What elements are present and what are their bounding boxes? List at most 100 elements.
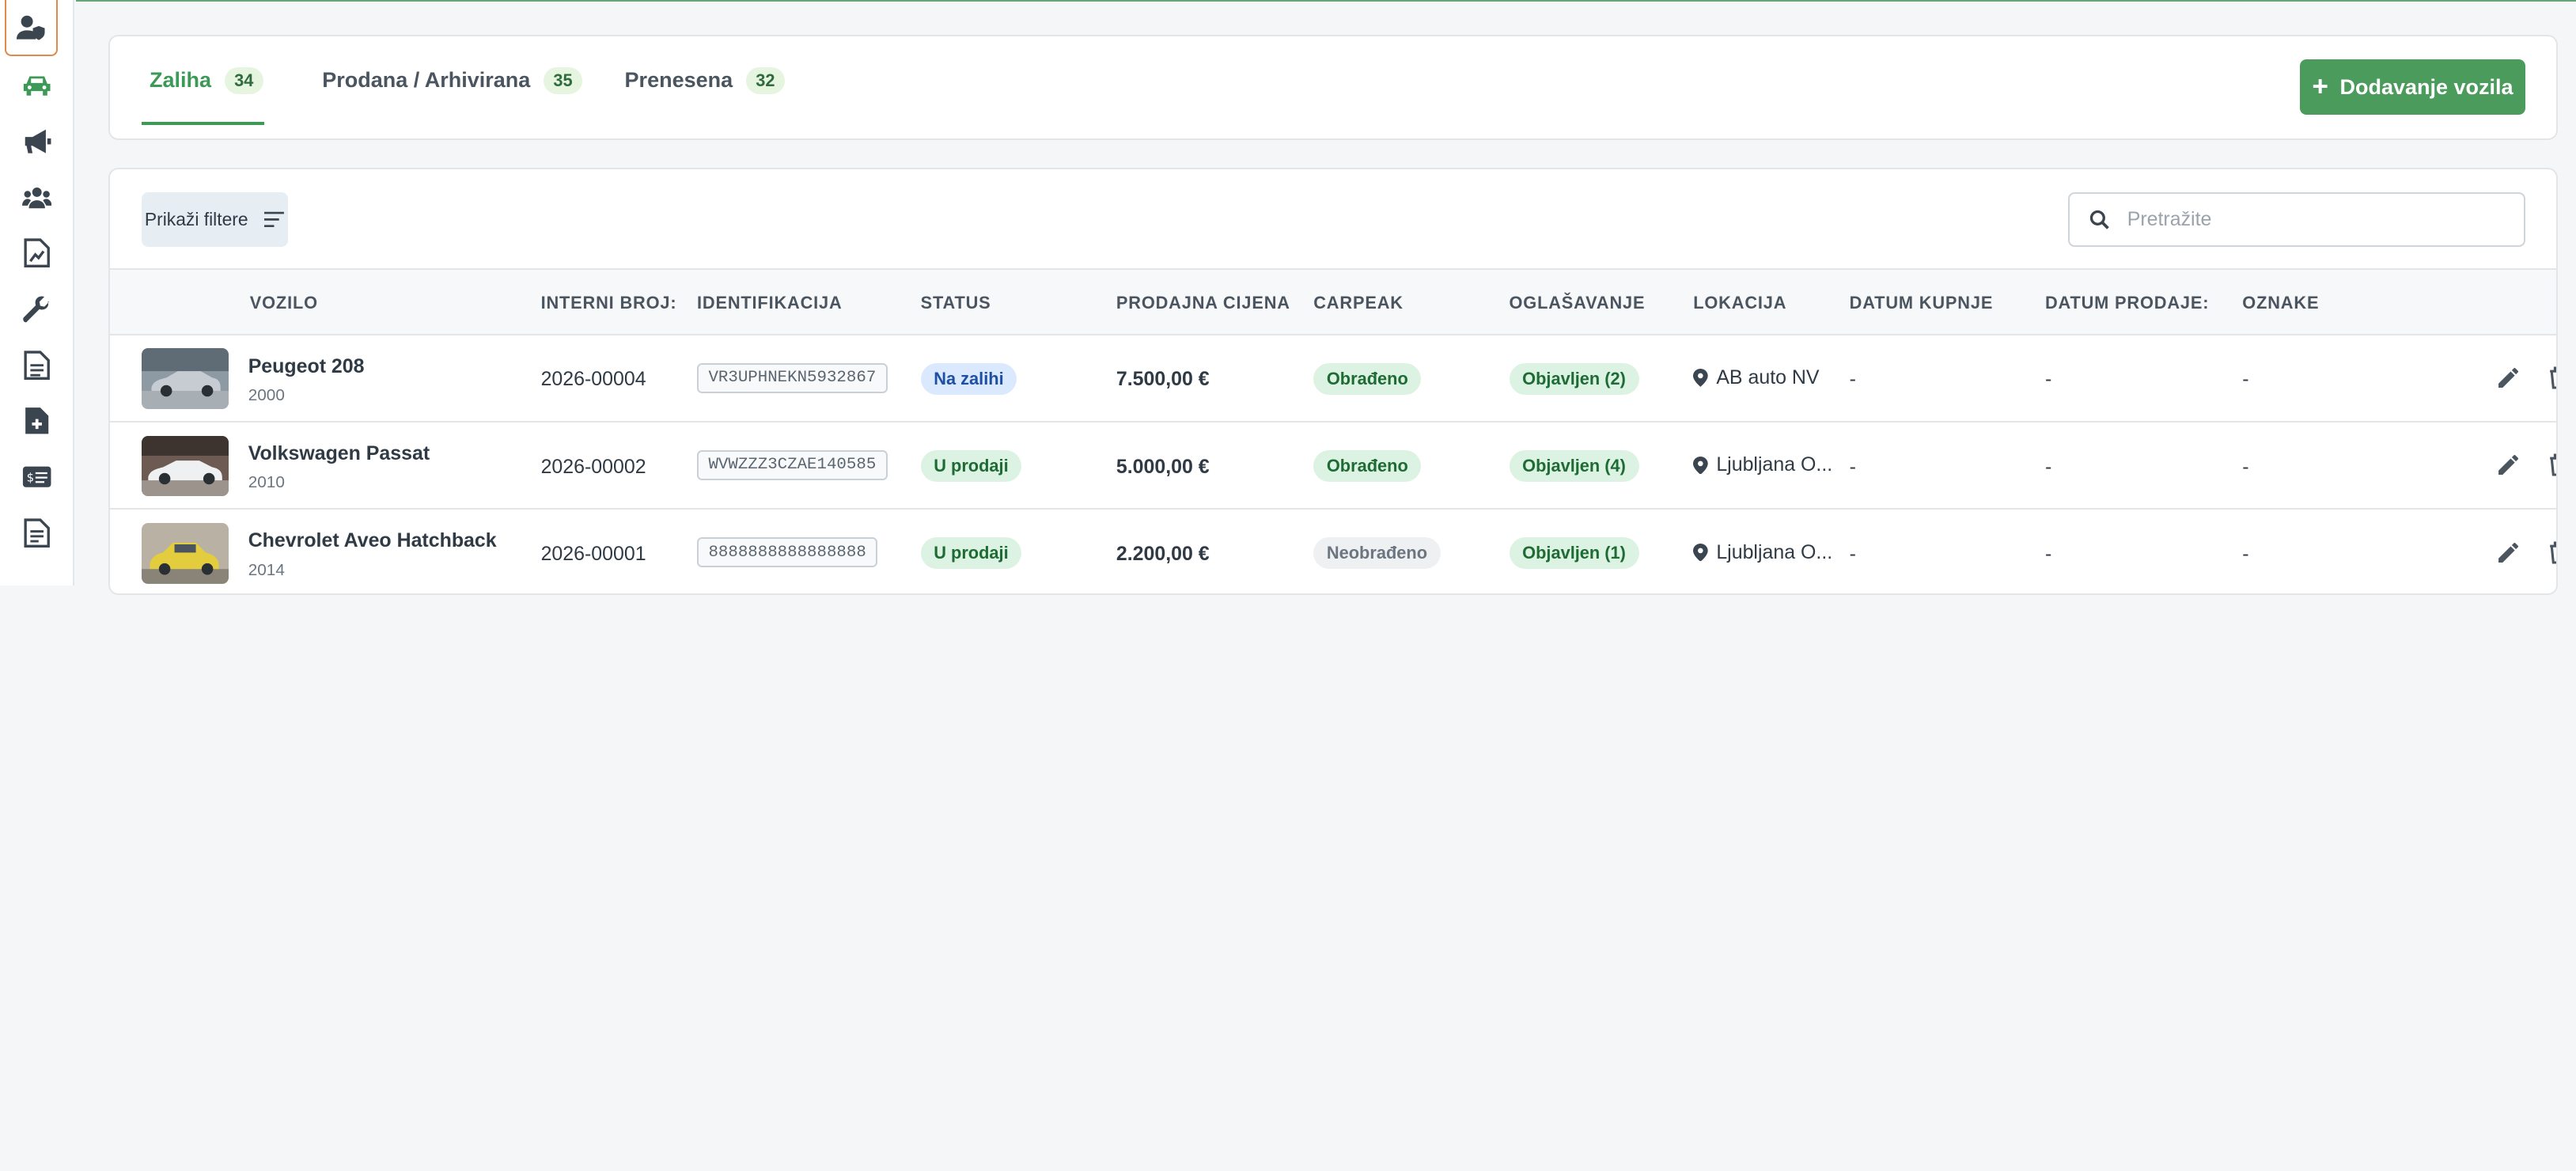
location-label: Ljubljana O... <box>1716 453 1833 476</box>
advertising-badge[interactable]: Objavljen (2) <box>1509 363 1639 395</box>
column-header-purchase-date[interactable]: DATUM KUPNJE <box>1850 293 1994 313</box>
add-vehicle-button[interactable]: + Dodavanje vozila <box>2300 59 2525 116</box>
vehicle-name[interactable]: Chevrolet Aveo Hatchback <box>248 529 497 552</box>
money-card-icon: $ <box>22 466 51 487</box>
clipboard-icon <box>24 517 50 548</box>
file-plus-icon <box>25 407 49 434</box>
column-header-carpeak[interactable]: CARPEAK <box>1313 293 1404 313</box>
vin-code: WVWZZZ3CZAE140585 <box>696 450 888 480</box>
carpeak-badge: Neobrađeno <box>1313 537 1441 569</box>
sidebar-item-payments[interactable]: $ <box>0 449 74 505</box>
user-shield-icon <box>16 15 45 40</box>
plus-icon: + <box>2312 71 2328 103</box>
column-header-internal-number[interactable]: INTERNI BROJ: <box>541 293 677 313</box>
column-header-sale-price[interactable]: PRODAJNA CIJENA <box>1116 293 1290 313</box>
sale-date: - <box>2044 455 2052 478</box>
table-row[interactable]: Volkswagen Passat 2010 2026-00002 WVWZZZ… <box>110 423 2559 510</box>
vehicle-thumbnail <box>141 435 229 497</box>
sidebar-item-ads[interactable] <box>0 113 74 169</box>
filter-lines-icon <box>264 211 285 227</box>
table-row[interactable]: Peugeot 208 2000 2026-00004 VR3UPHNEKN59… <box>110 335 2559 423</box>
sidebar: $ <box>0 0 74 586</box>
sidebar-item-service[interactable] <box>0 281 74 337</box>
tab-transferred[interactable]: Prenesena 32 <box>625 36 785 125</box>
internal-number: 2026-00001 <box>540 542 646 565</box>
column-header-vehicle[interactable]: VOZILO <box>250 293 318 313</box>
internal-number: 2026-00004 <box>540 368 646 391</box>
advertising-badge[interactable]: Objavljen (1) <box>1509 537 1639 569</box>
sidebar-item-profile[interactable] <box>5 0 58 56</box>
document-icon <box>24 351 50 380</box>
show-filters-button[interactable]: Prikaži filtere <box>141 192 288 247</box>
sidebar-item-vehicles[interactable] <box>0 58 74 114</box>
carpeak-badge: Obrađeno <box>1313 363 1422 395</box>
tags: - <box>2242 455 2249 478</box>
sidebar-item-documents[interactable] <box>0 337 74 393</box>
vin-code: 8888888888888888 <box>696 537 878 567</box>
file-chart-icon <box>24 238 50 268</box>
column-header-identification[interactable]: IDENTIFIKACIJA <box>697 293 843 313</box>
sidebar-item-customers[interactable] <box>0 169 74 225</box>
tags: - <box>2242 542 2249 565</box>
megaphone-icon <box>25 129 51 153</box>
vehicle-thumbnail <box>141 348 229 410</box>
sale-price: 7.500,00 € <box>1116 368 1210 391</box>
vehicle-year: 2014 <box>248 560 285 579</box>
trash-icon[interactable] <box>2547 541 2559 564</box>
map-pin-icon <box>1693 456 1708 475</box>
vehicle-thumbnail <box>141 522 229 584</box>
location: Ljubljana O... <box>1693 453 1832 476</box>
carpeak-badge: Obrađeno <box>1313 450 1422 482</box>
edit-icon[interactable] <box>2497 366 2520 389</box>
edit-icon[interactable] <box>2497 541 2520 564</box>
search-field[interactable] <box>2068 192 2525 247</box>
map-pin-icon <box>1693 543 1708 562</box>
column-header-location[interactable]: LOKACIJA <box>1693 293 1786 313</box>
vehicle-year: 2000 <box>248 386 285 405</box>
edit-icon[interactable] <box>2497 453 2520 476</box>
internal-number: 2026-00002 <box>540 455 646 478</box>
tab-count-badge: 35 <box>543 66 583 94</box>
tab-label: Prodana / Arhivirana <box>322 68 531 93</box>
table-header: VOZILO INTERNI BROJ: IDENTIFIKACIJA STAT… <box>110 267 2557 335</box>
wrench-icon <box>23 296 50 323</box>
location-label: AB auto NV <box>1716 366 1820 389</box>
status-badge: U prodaji <box>920 537 1022 569</box>
column-header-status[interactable]: STATUS <box>921 293 991 313</box>
sidebar-item-reports[interactable] <box>0 225 74 282</box>
search-input[interactable] <box>2127 207 2506 231</box>
status-badge: U prodaji <box>920 450 1022 482</box>
trash-icon[interactable] <box>2547 366 2559 389</box>
advertising-badge[interactable]: Objavljen (4) <box>1509 450 1639 482</box>
column-header-tags[interactable]: OZNAKE <box>2242 293 2319 313</box>
add-vehicle-label: Dodavanje vozila <box>2339 74 2513 99</box>
column-header-advertising[interactable]: OGLAŠAVANJE <box>1510 293 1646 313</box>
sale-date: - <box>2044 542 2052 565</box>
table-row[interactable]: Chevrolet Aveo Hatchback 2014 2026-00001… <box>110 510 2559 593</box>
vehicle-name[interactable]: Volkswagen Passat <box>248 442 430 465</box>
show-filters-label: Prikaži filtere <box>144 208 248 229</box>
purchase-date: - <box>1849 368 1856 391</box>
location-label: Ljubljana O... <box>1716 540 1833 563</box>
map-pin-icon <box>1693 369 1708 388</box>
tab-sold-archived[interactable]: Prodana / Arhivirana 35 <box>322 36 583 125</box>
column-header-sale-date[interactable]: DATUM PRODAJE: <box>2045 293 2209 313</box>
vehicle-year: 2010 <box>248 473 285 492</box>
tab-stock[interactable]: Zaliha 34 <box>150 36 263 125</box>
vin-code: VR3UPHNEKN5932867 <box>696 363 888 393</box>
active-tab-indicator <box>141 121 265 125</box>
sidebar-item-tasks[interactable] <box>0 505 74 561</box>
tab-count-badge: 32 <box>745 66 785 94</box>
tab-count-badge: 34 <box>224 66 263 94</box>
status-badge: Na zalihi <box>920 363 1017 395</box>
sale-price: 2.200,00 € <box>1116 542 1210 565</box>
location: AB auto NV <box>1693 366 1820 389</box>
tab-label: Zaliha <box>150 68 212 93</box>
sale-date: - <box>2044 368 2052 391</box>
search-icon <box>2089 210 2109 229</box>
vehicle-name[interactable]: Peugeot 208 <box>248 355 365 378</box>
top-accent-line <box>75 0 2576 2</box>
trash-icon[interactable] <box>2547 453 2559 476</box>
tabs-card: Zaliha 34 Prodana / Arhivirana 35 Prenes… <box>108 34 2559 140</box>
sidebar-item-new-document[interactable] <box>0 393 74 449</box>
